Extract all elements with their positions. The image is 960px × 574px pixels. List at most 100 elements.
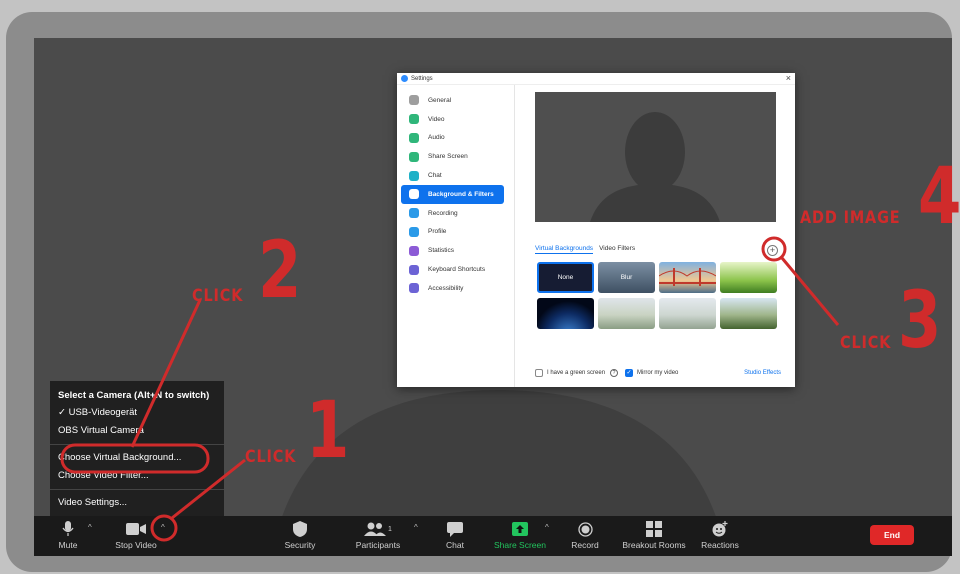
- video-icon: [409, 114, 419, 125]
- participants-label: Participants: [355, 540, 401, 550]
- settings-titlebar: Settings ×: [397, 73, 795, 85]
- mute-label: Mute: [58, 540, 78, 550]
- sidebar-item-keyboard-shortcuts[interactable]: Keyboard Shortcuts: [401, 260, 504, 279]
- sidebar-item-label: Chat: [428, 172, 442, 180]
- tab-video-filters[interactable]: Video Filters: [599, 245, 635, 254]
- share-options-caret-icon[interactable]: ^: [545, 523, 549, 532]
- sidebar-item-accessibility[interactable]: Accessibility: [401, 279, 504, 298]
- microphone-icon: [62, 521, 74, 536]
- share-screen-icon: [512, 522, 528, 536]
- background-tabs: Virtual Backgrounds Video Filters: [535, 245, 635, 254]
- mirror-video-label: Mirror my video: [637, 370, 679, 376]
- settings-window: Settings × General Video Audio Share Scr…: [397, 73, 795, 387]
- participants-count: 1: [388, 525, 392, 533]
- recording-icon: [409, 208, 419, 219]
- breakout-rooms-icon: [646, 521, 662, 537]
- breakout-rooms-label: Breakout Rooms: [622, 540, 686, 550]
- end-meeting-button[interactable]: End: [870, 525, 914, 545]
- sidebar-item-video[interactable]: Video: [401, 110, 504, 129]
- sidebar-item-profile[interactable]: Profile: [401, 223, 504, 242]
- stop-video-button[interactable]: Stop Video: [106, 520, 166, 550]
- step4-number: 4: [918, 152, 960, 242]
- security-label: Security: [284, 540, 316, 550]
- record-button[interactable]: Record: [555, 520, 615, 550]
- chat-bubble-icon: [447, 521, 463, 537]
- meeting-toolbar: Mute ^ Stop Video ^ Security 1 Participa…: [34, 516, 952, 556]
- tab-virtual-backgrounds[interactable]: Virtual Backgrounds: [535, 245, 594, 254]
- background-footer: I have a green screen ? ✓ Mirror my vide…: [535, 369, 781, 377]
- thumbnail-earth[interactable]: [537, 298, 594, 329]
- thumbnail-blur[interactable]: Blur: [598, 262, 655, 293]
- choose-virtual-background-item[interactable]: Choose Virtual Background...: [50, 449, 224, 467]
- reactions-button[interactable]: Reactions: [690, 520, 750, 550]
- step1-click-text: CLICK: [245, 447, 297, 467]
- sidebar-item-general[interactable]: General: [401, 91, 504, 110]
- sidebar-item-background-filters[interactable]: Background & Filters: [401, 184, 504, 204]
- video-preview: [535, 92, 776, 222]
- step1-number: 1: [306, 386, 350, 476]
- share-screen-label: Share Screen: [494, 540, 546, 550]
- thumbnail-office-2[interactable]: [659, 298, 716, 329]
- background-thumbnails: None Blur: [537, 262, 779, 329]
- background-icon: [409, 189, 419, 200]
- step2-click-text: CLICK: [192, 286, 244, 306]
- record-icon: [577, 521, 593, 537]
- camera-option-usb[interactable]: ✓ USB-Videogerät: [50, 404, 224, 422]
- thumbnail-garden[interactable]: [720, 298, 777, 329]
- help-icon[interactable]: ?: [610, 369, 619, 377]
- bridge-drawing: [659, 268, 716, 286]
- participants-caret-icon[interactable]: ^: [414, 523, 418, 532]
- chat-icon: [409, 170, 419, 181]
- green-screen-checkbox[interactable]: [535, 369, 543, 377]
- zoom-logo-icon: [401, 75, 408, 82]
- sidebar-item-label: General: [428, 96, 452, 104]
- sidebar-item-label: Profile: [428, 228, 447, 236]
- preview-silhouette: [590, 112, 720, 222]
- add-image-button[interactable]: +: [767, 245, 778, 256]
- share-screen-icon: [409, 151, 419, 162]
- thumbnail-office-1[interactable]: [598, 298, 655, 329]
- audio-options-caret-icon[interactable]: ^: [88, 523, 92, 532]
- camera-option-obs[interactable]: OBS Virtual Camera: [50, 422, 224, 440]
- share-screen-button[interactable]: Share Screen: [490, 520, 550, 550]
- sidebar-item-recording[interactable]: Recording: [401, 204, 504, 223]
- security-button[interactable]: Security: [270, 520, 330, 550]
- stop-video-label: Stop Video: [115, 540, 157, 550]
- headphones-icon: [409, 132, 419, 143]
- mirror-video-checkbox[interactable]: ✓: [625, 369, 634, 377]
- sidebar-item-label: Video: [428, 115, 445, 123]
- menu-divider: [50, 489, 224, 490]
- keyboard-icon: [409, 264, 419, 275]
- camera-menu: Select a Camera (Alt+N to switch) ✓ USB-…: [50, 381, 224, 516]
- step2-number: 2: [258, 226, 302, 316]
- participants-button[interactable]: 1 Participants: [348, 520, 408, 550]
- sidebar-item-share-screen[interactable]: Share Screen: [401, 147, 504, 166]
- sidebar-item-audio[interactable]: Audio: [401, 129, 504, 148]
- step3-number: 3: [898, 276, 942, 366]
- green-screen-label: I have a green screen: [547, 370, 606, 376]
- chat-button[interactable]: Chat: [425, 520, 485, 550]
- sidebar-item-label: Statistics: [428, 247, 455, 255]
- video-camera-icon: [126, 523, 146, 535]
- choose-video-filter-item[interactable]: Choose Video Filter...: [50, 467, 224, 485]
- thumbnail-none[interactable]: None: [537, 262, 594, 293]
- sidebar-item-label: Accessibility: [428, 284, 464, 292]
- statistics-icon: [409, 245, 419, 256]
- settings-title: Settings: [411, 75, 433, 82]
- sidebar-item-statistics[interactable]: Statistics: [401, 241, 504, 260]
- studio-effects-link[interactable]: Studio Effects: [744, 370, 781, 376]
- thumbnail-grass[interactable]: [720, 262, 777, 293]
- sidebar-item-chat[interactable]: Chat: [401, 166, 504, 185]
- breakout-rooms-button[interactable]: Breakout Rooms: [614, 520, 694, 550]
- step3-click-text: CLICK: [840, 333, 892, 353]
- thumbnail-golden-gate-bridge[interactable]: [659, 262, 716, 293]
- chat-label: Chat: [446, 540, 464, 550]
- video-options-caret-icon[interactable]: ^: [161, 523, 165, 532]
- video-settings-item[interactable]: Video Settings...: [50, 494, 224, 512]
- step4-add-image-text: ADD IMAGE: [800, 208, 901, 228]
- close-icon[interactable]: ×: [786, 74, 791, 83]
- sidebar-item-label: Background & Filters: [428, 190, 494, 198]
- sidebar-item-label: Keyboard Shortcuts: [428, 266, 486, 274]
- participants-icon: [364, 522, 387, 536]
- profile-icon: [409, 226, 419, 237]
